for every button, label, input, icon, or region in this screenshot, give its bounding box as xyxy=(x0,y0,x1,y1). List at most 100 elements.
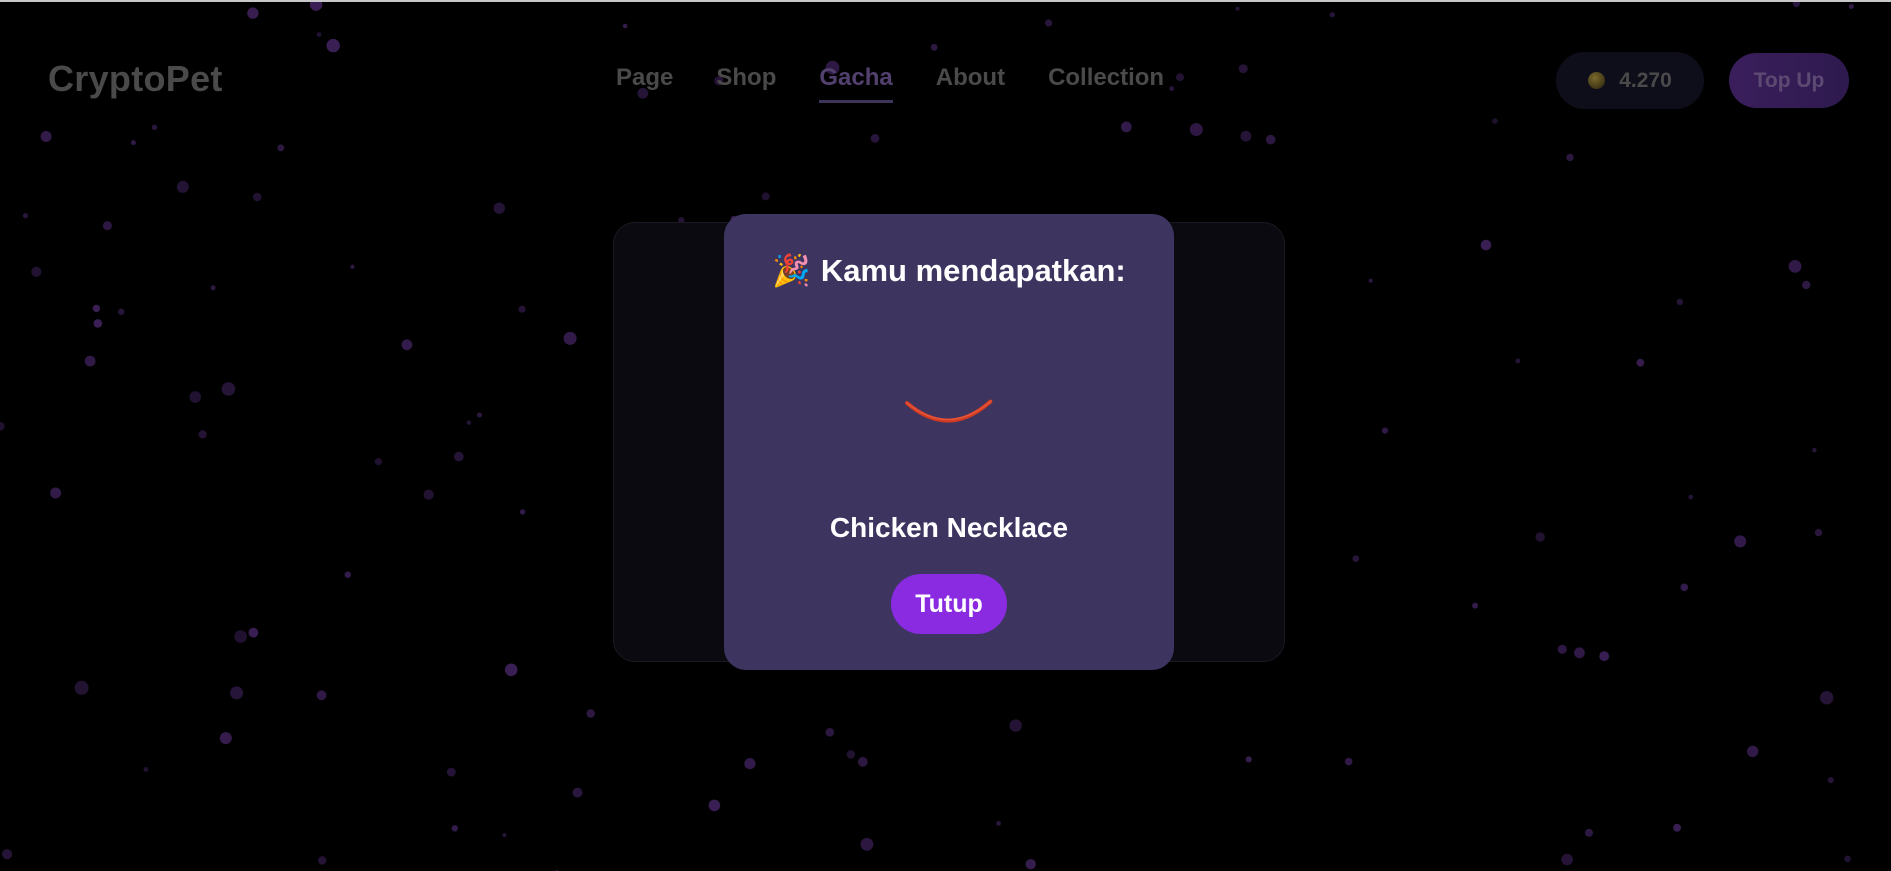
particle xyxy=(219,732,232,745)
particle xyxy=(1480,239,1492,251)
particle xyxy=(31,266,42,277)
particle xyxy=(1734,535,1747,548)
particle xyxy=(252,192,262,202)
particle xyxy=(1636,358,1645,367)
logo[interactable]: CryptoPet xyxy=(48,58,223,100)
main-nav: Page Shop Gacha About Collection xyxy=(616,64,1164,103)
particle xyxy=(1673,823,1681,832)
particle xyxy=(502,833,507,838)
particle xyxy=(1574,647,1585,659)
particle xyxy=(1827,777,1834,784)
particle xyxy=(350,264,355,269)
particle xyxy=(446,767,456,777)
particle xyxy=(1245,756,1252,763)
particle xyxy=(176,180,189,193)
particle xyxy=(189,391,201,403)
particle xyxy=(1747,745,1759,758)
particle xyxy=(234,630,247,643)
particle xyxy=(1585,828,1593,837)
particle xyxy=(1515,358,1521,364)
particle xyxy=(50,487,62,499)
particle xyxy=(846,750,855,759)
nav-item-gacha[interactable]: Gacha xyxy=(819,64,893,103)
particle xyxy=(1680,583,1689,592)
particle xyxy=(1535,532,1545,542)
particle xyxy=(1344,757,1353,766)
particle xyxy=(466,420,472,425)
particle xyxy=(230,686,244,700)
particle xyxy=(102,221,112,231)
particle xyxy=(708,799,721,812)
nav-item-page[interactable]: Page xyxy=(616,64,673,103)
particle xyxy=(1381,427,1389,434)
particle xyxy=(93,319,103,328)
particle xyxy=(744,758,756,770)
particle xyxy=(1788,260,1802,273)
particle xyxy=(22,213,28,219)
particle xyxy=(374,458,382,466)
particle xyxy=(2,849,13,860)
particle xyxy=(1599,651,1610,661)
particle xyxy=(1025,859,1036,870)
particle xyxy=(1802,280,1811,290)
particle xyxy=(1352,555,1360,562)
particle xyxy=(586,709,595,718)
particle xyxy=(572,787,583,798)
modal-title-text: Kamu mendapatkan: xyxy=(820,253,1126,288)
particle xyxy=(857,756,868,767)
item-name: Chicken Necklace xyxy=(829,512,1069,543)
close-button[interactable]: Tutup xyxy=(891,574,1007,634)
balance-display: 4.270 xyxy=(1556,52,1704,109)
particle xyxy=(1009,719,1022,732)
particle xyxy=(318,856,327,865)
particle xyxy=(423,489,434,500)
party-popper-icon: 🎉 xyxy=(772,253,811,288)
particle xyxy=(248,627,259,638)
particle xyxy=(454,451,464,462)
particle xyxy=(198,430,207,439)
particle xyxy=(518,305,526,313)
balance-value: 4.270 xyxy=(1619,68,1672,92)
reward-modal: 🎉 Kamu mendapatkan: Chicken Necklace Tutu… xyxy=(724,214,1174,670)
particle xyxy=(1368,278,1373,283)
page: CryptoPet Page Shop Gacha About Collecti… xyxy=(0,0,1891,871)
particle xyxy=(1472,602,1479,609)
particle xyxy=(401,339,413,351)
particle xyxy=(1812,447,1817,453)
particle xyxy=(996,821,1001,826)
particle xyxy=(118,308,125,315)
particle xyxy=(74,680,89,695)
particle xyxy=(493,202,505,214)
nav-item-collection[interactable]: Collection xyxy=(1048,64,1164,103)
particle xyxy=(0,422,5,431)
particle xyxy=(210,285,216,291)
topup-button[interactable]: Top Up xyxy=(1729,53,1849,108)
particle xyxy=(504,663,518,677)
particle xyxy=(143,767,149,772)
particle xyxy=(221,382,236,396)
particle xyxy=(825,728,835,737)
particle xyxy=(1844,855,1851,863)
particle xyxy=(477,412,482,418)
particle xyxy=(1561,853,1573,866)
particle xyxy=(563,331,577,345)
particle xyxy=(92,304,101,313)
particle xyxy=(1688,494,1694,500)
particle xyxy=(1676,298,1684,306)
particle xyxy=(860,837,874,851)
necklace-icon xyxy=(905,399,993,423)
particle xyxy=(1820,691,1834,705)
particle xyxy=(1814,528,1823,537)
nav-item-about[interactable]: About xyxy=(936,64,1005,103)
particle xyxy=(451,825,458,832)
coin-icon xyxy=(1588,72,1606,89)
nav-item-shop[interactable]: Shop xyxy=(716,64,776,103)
particle xyxy=(84,355,96,367)
header: CryptoPet Page Shop Gacha About Collecti… xyxy=(0,2,1891,158)
modal-title: 🎉 Kamu mendapatkan: xyxy=(724,252,1174,289)
particle xyxy=(316,690,327,701)
particle xyxy=(344,571,351,578)
particle xyxy=(1557,644,1567,654)
particle xyxy=(519,509,526,515)
particle xyxy=(761,192,770,201)
